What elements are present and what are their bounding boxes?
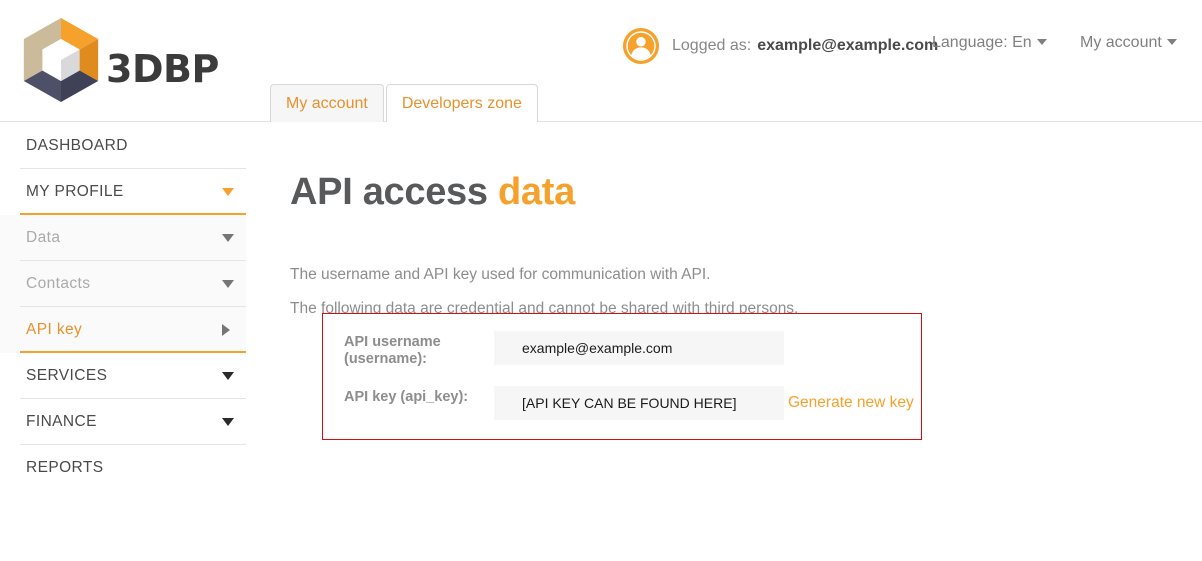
api-username-label-line1: API username [344, 334, 441, 350]
credentials-row-apikey: API key (api_key): [API KEY CAN BE FOUND… [323, 386, 921, 420]
brand-logo[interactable]: 3DBP [20, 18, 219, 102]
sidebar-item-label: SERVICES [26, 367, 108, 384]
api-username-value[interactable]: example@example.com [494, 331, 784, 365]
tab-developers-zone-label: Developers zone [401, 95, 522, 112]
api-username-label-line2: (username): [344, 350, 427, 367]
intro-text: The username and API key used for commun… [290, 265, 1170, 319]
account-menu[interactable]: My account [1080, 34, 1177, 52]
logged-user-email: example@example.com [757, 37, 939, 54]
account-menu-label: My account [1080, 34, 1162, 51]
intro-paragraph-1: The username and API key used for commun… [290, 266, 711, 283]
sidebar-item-my-profile[interactable]: MY PROFILE [0, 169, 246, 215]
sidebar-item-label: MY PROFILE [26, 183, 124, 200]
page-title-accent: data [497, 171, 575, 213]
sidebar-item-label: API key [26, 321, 83, 338]
sidebar-nav: DASHBOARD MY PROFILE Data Contacts API k… [0, 123, 246, 491]
sidebar-item-label: DASHBOARD [26, 137, 128, 154]
sidebar-item-data[interactable]: Data [0, 215, 246, 261]
credentials-row-username: API username (username): example@example… [323, 331, 921, 367]
page-title-main: API access [290, 171, 488, 213]
chevron-down-icon [222, 188, 234, 196]
api-username-label: API username (username): [344, 331, 494, 367]
language-selector-label: Language: En [932, 34, 1032, 51]
language-selector[interactable]: Language: En [932, 34, 1047, 52]
sidebar-item-label: REPORTS [26, 459, 104, 476]
tab-my-account-label: My account [286, 95, 368, 112]
chevron-down-icon [1036, 39, 1047, 45]
sidebar-item-api-key[interactable]: API key [0, 307, 246, 353]
sidebar-item-finance[interactable]: FINANCE [0, 399, 246, 445]
chevron-down-icon [222, 372, 234, 380]
primary-tabs: My account Developers zone [270, 84, 538, 122]
sidebar-item-services[interactable]: SERVICES [0, 353, 246, 399]
user-avatar-icon[interactable] [622, 27, 660, 65]
api-key-label: API key (api_key): [344, 389, 469, 405]
logged-as-label: Logged as: [672, 37, 752, 54]
sidebar-item-label: FINANCE [26, 413, 97, 430]
tab-my-account[interactable]: My account [270, 84, 384, 122]
chevron-down-icon [222, 234, 234, 242]
sidebar-item-reports[interactable]: REPORTS [0, 445, 246, 491]
sidebar-item-label: Contacts [26, 275, 91, 292]
chevron-right-icon [222, 324, 230, 336]
cube-hexagon-logo-icon [23, 18, 99, 102]
main-content: API access data The username and API key… [290, 123, 1170, 440]
chevron-down-icon [222, 280, 234, 288]
sidebar-item-dashboard[interactable]: DASHBOARD [0, 123, 246, 169]
brand-name: 3DBP [106, 47, 219, 91]
generate-new-key-link[interactable]: Generate new key [788, 386, 914, 420]
tab-developers-zone[interactable]: Developers zone [385, 84, 538, 122]
page-header: 3DBP Logged as: example@example.com Lang… [0, 0, 1202, 122]
logged-user-strip: Logged as: example@example.com [622, 24, 938, 68]
chevron-down-icon [1166, 39, 1177, 45]
page-title: API access data [290, 171, 1170, 214]
sidebar-item-label: Data [26, 229, 61, 246]
api-key-value[interactable]: [API KEY CAN BE FOUND HERE] [494, 386, 784, 420]
credentials-box: API username (username): example@example… [322, 313, 922, 440]
chevron-down-icon [222, 418, 234, 426]
sidebar-item-contacts[interactable]: Contacts [0, 261, 246, 307]
